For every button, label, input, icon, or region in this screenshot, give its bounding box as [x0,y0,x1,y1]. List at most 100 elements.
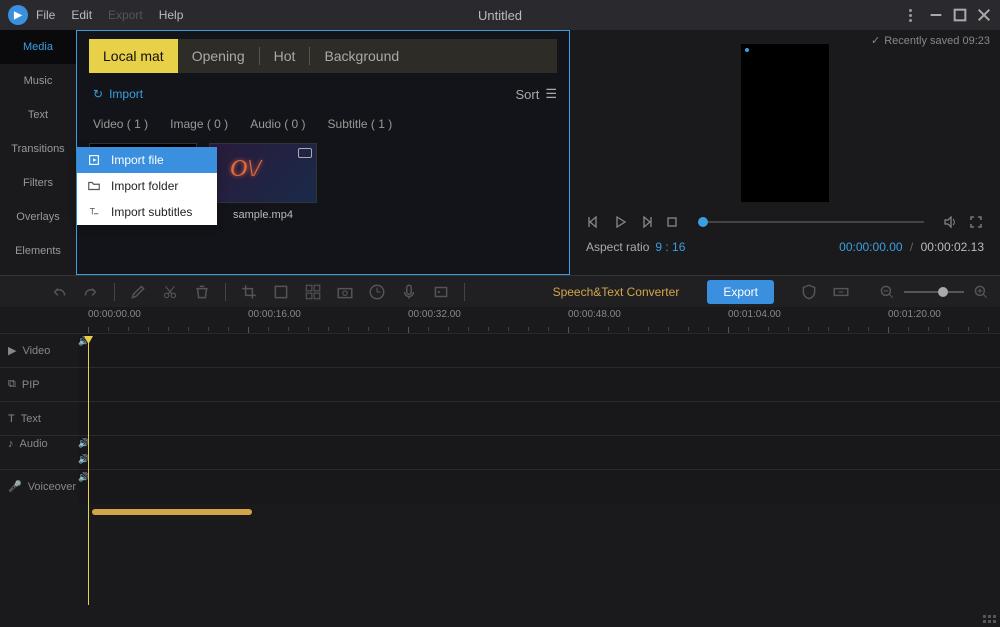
zoom-slider[interactable] [904,291,964,293]
media-tabs: Local mat Opening Hot Background [89,39,557,73]
scrubber-handle[interactable] [698,217,708,227]
fullscreen-icon[interactable] [968,214,984,230]
mic-icon[interactable] [400,283,418,301]
video-thumb [209,143,317,203]
tab-background[interactable]: Background [310,39,413,73]
more-icon[interactable] [909,9,912,22]
preview-video[interactable] [741,44,829,202]
file-icon [87,153,101,167]
track-audio-lane2[interactable]: 🔊 [0,452,1000,469]
menu-edit[interactable]: Edit [71,8,92,22]
effect-icon[interactable] [432,283,450,301]
play-icon[interactable] [612,214,628,230]
undo-icon[interactable] [50,283,68,301]
title-bar: ▶ File Edit Export Help Untitled [0,0,1000,30]
dropdown-import-subtitles[interactable]: T Import subtitles [77,199,217,225]
player-controls [580,214,990,230]
zoom-in-icon[interactable] [972,283,990,301]
preview-panel: ✓ Recently saved 09:23 Aspect ratio 9 : … [570,30,1000,275]
track-video[interactable]: ▶Video 🔊 [0,333,1000,367]
sidebar-item-overlays[interactable]: Overlays [0,200,76,234]
close-button[interactable] [976,7,992,23]
pip-track-icon: ⧉ [8,378,16,391]
scrollbar-thumb[interactable] [92,509,252,515]
redo-icon[interactable] [82,283,100,301]
list-icon: ☰ [545,86,557,102]
sidebar-item-music[interactable]: Music [0,64,76,98]
playhead[interactable] [88,338,89,605]
time-ruler[interactable]: 00:00:00.0000:00:16.0000:00:32.0000:00:4… [88,307,1000,333]
timecode: 00:00:00.00 / 00:00:02.13 [839,240,984,254]
mosaic-icon[interactable] [304,283,322,301]
text-track-icon: T [8,413,15,425]
refresh-icon: ↻ [93,87,103,101]
voiceover-track-icon: 🎤 [8,480,22,493]
filter-image[interactable]: Image ( 0 ) [170,117,228,131]
left-sidebar: Media Music Text Transitions Filters Ove… [0,30,76,275]
sidebar-item-elements[interactable]: Elements [0,234,76,268]
filter-audio[interactable]: Audio ( 0 ) [250,117,305,131]
speed-icon[interactable] [368,283,386,301]
shield-icon[interactable] [800,283,818,301]
tab-hot[interactable]: Hot [260,39,310,73]
track-voiceover[interactable]: 🎤Voiceover 🔊 [0,469,1000,503]
snapshot-icon[interactable] [336,283,354,301]
tab-opening[interactable]: Opening [178,39,259,73]
timeline: 00:00:00.0000:00:16.0000:00:32.0000:00:4… [0,307,1000,519]
track-text[interactable]: TText [0,401,1000,435]
camera-icon [298,148,312,158]
zoom-out-icon[interactable] [878,283,896,301]
import-dropdown: Import file Import folder T Import subti… [77,147,217,225]
menu-bar: File Edit Export Help [36,8,183,22]
fit-icon[interactable] [832,283,850,301]
sidebar-item-media[interactable]: Media [0,30,76,64]
next-frame-icon[interactable] [638,214,654,230]
svg-text:T: T [90,207,96,217]
media-item-mp4[interactable]: sample.mp4 [209,143,317,221]
save-status: ✓ Recently saved 09:23 [871,34,990,47]
export-button[interactable]: Export [707,280,774,304]
edit-icon[interactable] [129,283,147,301]
zoom-handle[interactable] [938,287,948,297]
stop-icon[interactable] [664,214,680,230]
media-filter-row: Video ( 1 ) Image ( 0 ) Audio ( 0 ) Subt… [93,117,557,131]
audio-track-icon: ♪ [8,438,14,450]
maximize-button[interactable] [952,7,968,23]
check-icon: ✓ [871,34,880,47]
frame-icon[interactable] [272,283,290,301]
volume-icon[interactable] [942,214,958,230]
speech-text-converter[interactable]: Speech&Text Converter [553,285,680,299]
sidebar-item-transitions[interactable]: Transitions [0,132,76,166]
window-title: Untitled [478,8,522,23]
sort-button[interactable]: Sort ☰ [516,86,558,102]
minimize-button[interactable] [928,7,944,23]
track-pip[interactable]: ⧉PIP [0,367,1000,401]
menu-export: Export [108,8,143,22]
dropdown-import-file[interactable]: Import file [77,147,217,173]
import-button[interactable]: ↻ Import [93,87,143,101]
resize-grip[interactable] [983,615,996,623]
cut-icon[interactable] [161,283,179,301]
aspect-ratio-value[interactable]: 9 : 16 [655,240,685,254]
track-audio[interactable]: ♪Audio 🔊 [0,435,1000,452]
preview-scrubber[interactable] [698,221,924,223]
prev-frame-icon[interactable] [586,214,602,230]
zoom-control [878,283,990,301]
trash-icon[interactable] [193,283,211,301]
app-logo: ▶ [8,5,28,25]
sidebar-item-text[interactable]: Text [0,98,76,132]
tab-local[interactable]: Local mat [89,39,178,73]
filter-subtitle[interactable]: Subtitle ( 1 ) [328,117,393,131]
folder-icon [87,179,101,193]
video-track-icon: ▶ [8,344,16,357]
subtitles-icon: T [87,205,101,219]
menu-help[interactable]: Help [159,8,184,22]
dropdown-import-folder[interactable]: Import folder [77,173,217,199]
sidebar-item-filters[interactable]: Filters [0,166,76,200]
crop-icon[interactable] [240,283,258,301]
timeline-scrollbar[interactable] [88,509,1000,519]
timeline-toolbar: Speech&Text Converter Export [0,275,1000,307]
filter-video[interactable]: Video ( 1 ) [93,117,148,131]
menu-file[interactable]: File [36,8,55,22]
aspect-ratio-label: Aspect ratio [586,240,649,254]
